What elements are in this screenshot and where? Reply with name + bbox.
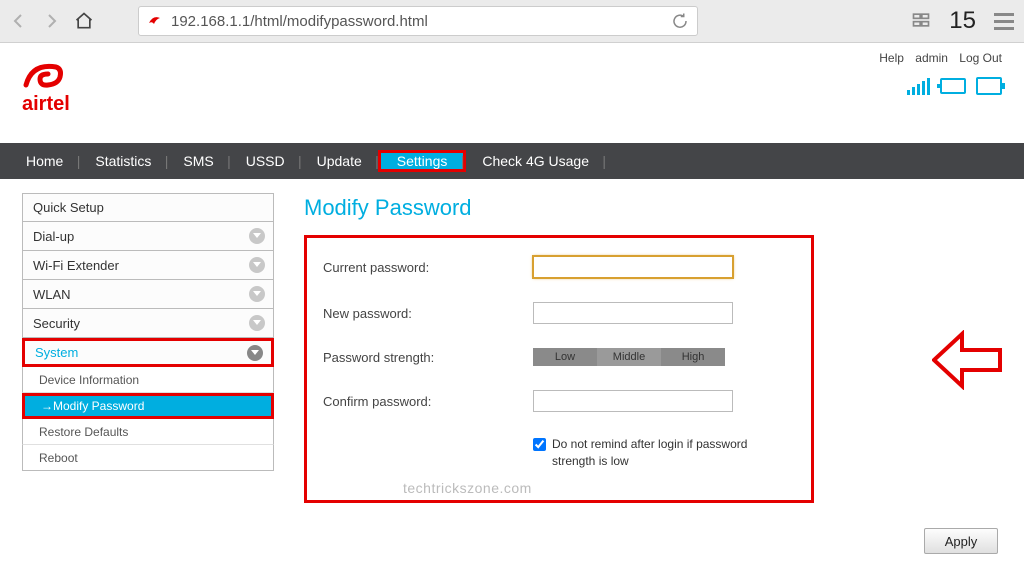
page-title: Modify Password [304,195,1004,221]
nav-settings[interactable]: Settings [381,153,464,169]
menu-icon[interactable] [994,13,1014,30]
remind-checkbox[interactable] [533,438,546,451]
forward-button[interactable] [42,12,60,30]
browser-toolbar: 192.168.1.1/html/modifypassword.html 15 [0,0,1024,43]
nav-update[interactable]: Update [301,143,378,179]
sidebar-item-quick-setup[interactable]: Quick Setup [22,193,274,222]
help-link[interactable]: Help [879,51,904,65]
form-highlight-box: Current password: New password: Password… [304,235,814,503]
brand-name: airtel [22,93,70,116]
nav-home[interactable]: Home [10,143,79,179]
arrow-annotation-icon [932,330,1002,390]
url-text: 192.168.1.1/html/modifypassword.html [171,13,428,30]
strength-high: High [661,348,725,366]
sidebar-item-system[interactable]: System [22,338,274,367]
nav-check-4g[interactable]: Check 4G Usage [466,143,605,179]
monitor-icon [940,78,966,94]
strength-middle: Middle [597,348,661,366]
remind-checkbox-label: Do not remind after login if password st… [552,436,782,470]
brand-logo: airtel [22,57,70,116]
reader-view-icon[interactable] [911,10,931,33]
nav-settings-highlight: Settings [378,150,467,172]
sidebar-sub-reboot[interactable]: Reboot [22,445,274,471]
sidebar-item-security[interactable]: Security [22,309,274,338]
content-area: Quick Setup Dial-up Wi-Fi Extender WLAN … [0,179,1024,503]
confirm-password-label: Confirm password: [323,394,533,409]
sidebar-sub-restore-defaults[interactable]: Restore Defaults [22,419,274,445]
main-nav: Home Statistics SMS USSD Update Settings… [0,143,1024,179]
sidebar-item-dial-up[interactable]: Dial-up [22,222,274,251]
sidebar-sub-modify-password[interactable]: →Modify Password [22,393,274,419]
reload-icon[interactable] [671,12,689,30]
password-strength-bar: Low Middle High [533,348,725,366]
apply-button[interactable]: Apply [924,528,998,554]
status-icons [907,77,1002,95]
page-header: airtel Help admin Log Out [0,43,1024,143]
home-icon[interactable] [74,11,94,31]
tab-count[interactable]: 15 [949,7,976,35]
back-button[interactable] [10,12,28,30]
current-password-label: Current password: [323,260,533,275]
admin-link[interactable]: admin [915,51,948,65]
logout-link[interactable]: Log Out [959,51,1002,65]
current-password-input[interactable] [533,256,733,278]
sidebar-item-wlan[interactable]: WLAN [22,280,274,309]
nav-ussd[interactable]: USSD [230,143,301,179]
signal-icon [907,77,930,95]
watermark-text: techtrickszone.com [403,480,532,496]
password-strength-label: Password strength: [323,350,533,365]
site-favicon-icon [147,13,163,29]
nav-statistics[interactable]: Statistics [79,143,167,179]
sidebar-sub-device-info[interactable]: Device Information [22,367,274,393]
new-password-label: New password: [323,306,533,321]
main-panel: Modify Password Current password: New pa… [304,193,1004,503]
battery-icon [976,77,1002,95]
brand-swoosh-icon [22,57,66,95]
sidebar: Quick Setup Dial-up Wi-Fi Extender WLAN … [22,193,274,503]
new-password-input[interactable] [533,302,733,324]
sidebar-item-wifi-extender[interactable]: Wi-Fi Extender [22,251,274,280]
address-bar[interactable]: 192.168.1.1/html/modifypassword.html [138,6,698,36]
browser-right-controls: 15 [911,7,1014,35]
nav-sms[interactable]: SMS [167,143,229,179]
header-links: Help admin Log Out [871,51,1002,65]
strength-low: Low [533,348,597,366]
confirm-password-input[interactable] [533,390,733,412]
